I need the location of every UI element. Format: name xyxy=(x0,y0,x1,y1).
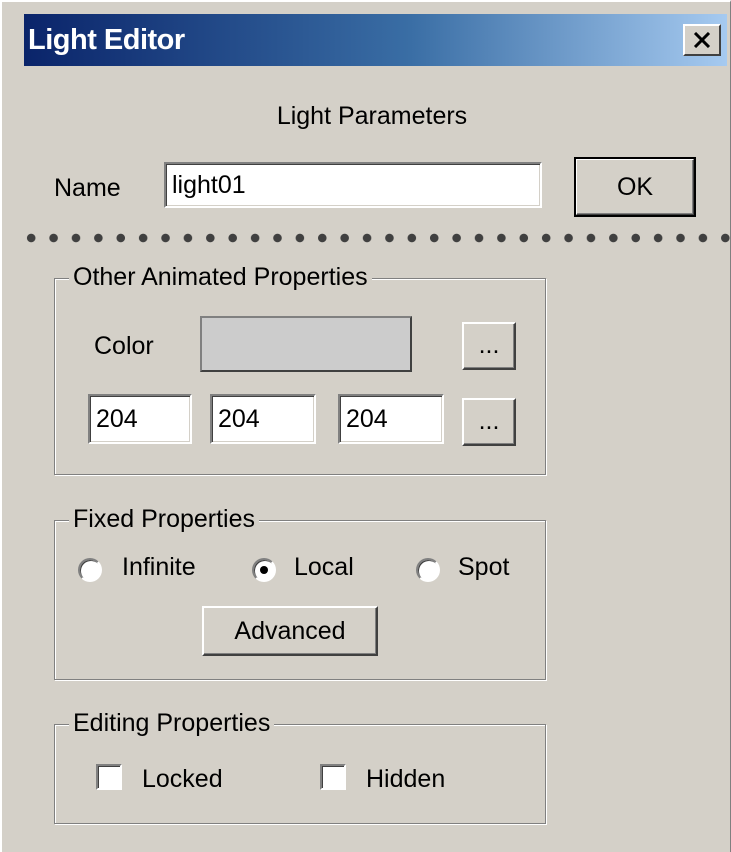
fixed-properties-legend: Fixed Properties xyxy=(69,504,260,534)
hidden-checkbox[interactable] xyxy=(320,764,346,790)
blue-value-input[interactable]: 204 xyxy=(338,394,444,444)
radio-spot-label: Spot xyxy=(458,553,510,581)
radio-spot[interactable] xyxy=(416,558,440,582)
separator-dots xyxy=(20,232,731,244)
editing-properties-group: Editing Properties xyxy=(54,708,546,824)
editing-properties-legend: Editing Properties xyxy=(69,708,275,738)
color-browse-button[interactable]: ... xyxy=(462,322,516,370)
radio-selected-dot xyxy=(260,566,268,574)
light-parameters-heading: Light Parameters xyxy=(276,102,468,130)
hidden-label: Hidden xyxy=(366,765,446,793)
locked-checkbox[interactable] xyxy=(96,764,122,790)
ok-button[interactable]: OK xyxy=(574,157,696,217)
color-swatch[interactable] xyxy=(200,316,412,372)
close-icon xyxy=(693,32,711,48)
name-input[interactable]: light01 xyxy=(164,162,542,208)
fixed-properties-group: Fixed Properties xyxy=(54,504,546,680)
other-animated-properties-legend: Other Animated Properties xyxy=(69,262,372,292)
window-title: Light Editor xyxy=(28,24,185,56)
advanced-button[interactable]: Advanced xyxy=(202,606,378,656)
radio-infinite[interactable] xyxy=(78,558,102,582)
title-bar[interactable]: Light Editor xyxy=(24,14,727,66)
radio-local[interactable] xyxy=(252,558,276,582)
radio-local-label: Local xyxy=(294,553,354,581)
color-label: Color xyxy=(94,332,154,360)
rgb-browse-button[interactable]: ... xyxy=(462,398,516,446)
name-label: Name xyxy=(54,174,121,202)
red-value-input[interactable]: 204 xyxy=(88,394,192,444)
locked-label: Locked xyxy=(142,765,223,793)
light-editor-dialog: Light Editor Light Parameters Name light… xyxy=(0,0,731,852)
radio-infinite-label: Infinite xyxy=(122,553,196,581)
green-value-input[interactable]: 204 xyxy=(210,394,316,444)
close-button[interactable] xyxy=(683,24,721,56)
